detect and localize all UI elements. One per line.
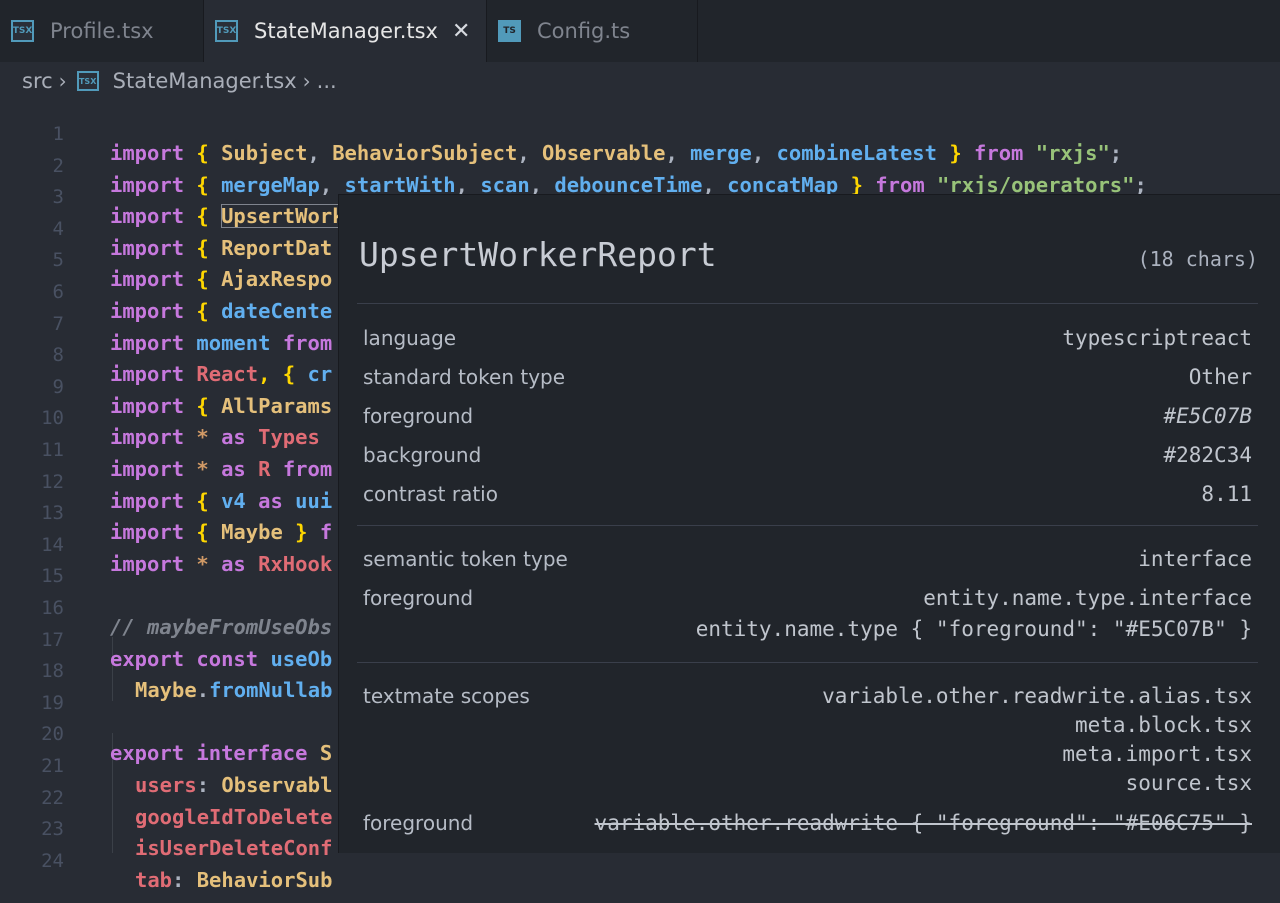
hover-row-value: source.tsx xyxy=(1125,771,1252,795)
hover-row-value: entity.name.type.interface xyxy=(923,586,1252,610)
hover-row-value: meta.import.tsx xyxy=(1062,742,1252,766)
code-line: 1 import { Subject, BehaviorSubject, Obs… xyxy=(0,100,1280,165)
hover-row: language typescriptreact xyxy=(363,326,1252,356)
hover-row-value: typescriptreact xyxy=(1062,326,1252,350)
hover-row: semantic token type interface xyxy=(363,547,1252,577)
hover-row: entity.name.type { "foreground": "#E5C07… xyxy=(363,617,1252,647)
hover-row-value: #282C34 xyxy=(1163,443,1252,467)
hover-row-value: meta.block.tsx xyxy=(1074,713,1252,737)
hover-row: foreground #E5C07B xyxy=(363,404,1252,434)
hover-row: contrast ratio 8.11 xyxy=(363,482,1252,512)
hover-row-label: textmate scopes xyxy=(363,684,530,708)
code-token: tab xyxy=(135,867,173,892)
hover-row-label: standard token type xyxy=(363,365,566,389)
hover-row-value: variable.other.readwrite { "foreground":… xyxy=(594,811,1252,835)
hover-char-count: (18 chars) xyxy=(1137,247,1258,271)
tab-profile[interactable]: TSX Profile.tsx xyxy=(0,0,204,62)
tsx-file-icon: TSX xyxy=(215,20,238,42)
divider xyxy=(357,303,1258,304)
hover-row-label: foreground xyxy=(363,404,474,428)
tab-config[interactable]: TS Config.ts xyxy=(487,0,698,62)
hover-row: background #282C34 xyxy=(363,443,1252,473)
hover-row-label: foreground xyxy=(363,586,474,610)
hover-row-value: entity.name.type { "foreground": "#E5C07… xyxy=(695,617,1252,641)
hover-row-value: variable.other.readwrite.alias.tsx xyxy=(822,684,1252,708)
hover-row: source.tsx xyxy=(363,771,1252,801)
token-inspector-hover: UpsertWorkerReport (18 chars) language t… xyxy=(338,194,1280,853)
code-token: BehaviorSub xyxy=(196,867,333,892)
hover-row-label: foreground xyxy=(363,811,474,835)
breadcrumb: src › TSX StateManager.tsx › ... xyxy=(0,62,1280,100)
code-line: 2 import { mergeMap, startWith, scan, de… xyxy=(0,132,1280,197)
line-number: 24 xyxy=(41,849,64,872)
hover-row-label: semantic token type xyxy=(363,547,568,571)
hover-row-value: interface xyxy=(1138,547,1252,571)
chevron-right-icon: › xyxy=(58,69,67,93)
hover-row: meta.block.tsx xyxy=(363,713,1252,743)
hover-row: foreground entity.name.type.interface xyxy=(363,586,1252,616)
tab-state-manager[interactable]: TSX StateManager.tsx ✕ xyxy=(204,0,487,62)
tab-label: Profile.tsx xyxy=(50,19,154,43)
hover-row: textmate scopes variable.other.readwrite… xyxy=(363,684,1252,714)
code-token: : xyxy=(172,867,185,892)
breadcrumb-more[interactable]: ... xyxy=(317,69,337,93)
hover-row: standard token type Other xyxy=(363,365,1252,395)
tsx-file-icon: TSX xyxy=(11,20,34,42)
code-line: 3 import { UpsertWorkerReport, upsertWor… xyxy=(0,163,1280,229)
tsx-file-icon: TSX xyxy=(76,71,99,91)
tab-label: StateManager.tsx xyxy=(254,19,438,43)
hover-row-label: background xyxy=(363,443,482,467)
hover-row-label: language xyxy=(363,326,457,350)
tab-bar: TSX Profile.tsx TSX StateManager.tsx ✕ T… xyxy=(0,0,1280,62)
hover-row: foreground variable.other.readwrite { "f… xyxy=(363,811,1252,841)
hover-row-label: contrast ratio xyxy=(363,482,498,506)
divider xyxy=(357,525,1258,526)
hover-title: UpsertWorkerReport xyxy=(359,235,717,274)
hover-row-value: #E5C07B xyxy=(1163,404,1252,428)
chevron-right-icon: › xyxy=(302,69,311,93)
hover-row-value: 8.11 xyxy=(1201,482,1252,506)
hover-row: meta.import.tsx xyxy=(363,742,1252,772)
breadcrumb-file[interactable]: StateManager.tsx xyxy=(113,69,297,93)
tab-label: Config.ts xyxy=(537,19,631,43)
divider xyxy=(357,662,1258,663)
close-icon[interactable]: ✕ xyxy=(452,19,470,44)
breadcrumb-folder[interactable]: src xyxy=(22,69,53,93)
ts-file-icon: TS xyxy=(498,20,521,42)
hover-row-value: Other xyxy=(1188,365,1252,389)
